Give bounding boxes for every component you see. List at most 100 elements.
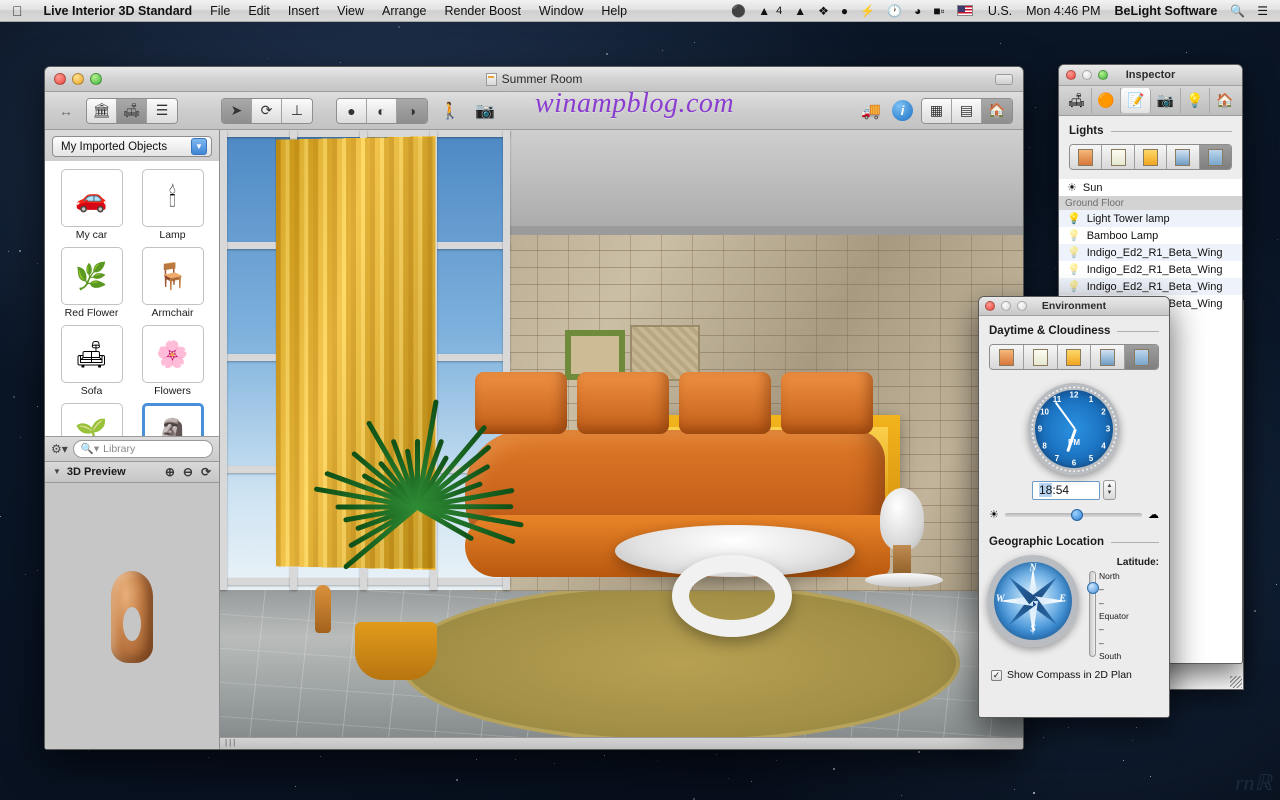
inspector-title-bar[interactable]: Inspector	[1059, 65, 1242, 86]
chevron-down-icon[interactable]: ▼	[191, 138, 207, 155]
bulb-off-icon[interactable]: 💡	[1067, 280, 1081, 293]
apple-menu-icon[interactable]: 	[0, 4, 35, 18]
evernote-icon[interactable]: ●	[835, 0, 854, 22]
zoom-out-icon[interactable]: ⊖	[183, 465, 193, 479]
light-mode-auto[interactable]	[1200, 145, 1231, 169]
category-popup-button[interactable]: My Imported Objects ▼	[52, 136, 212, 157]
camera-icon[interactable]: 📷	[472, 98, 498, 124]
time-minutes[interactable]: 54	[1056, 483, 1069, 497]
compass-control[interactable]: N E S W	[987, 555, 1079, 647]
bulb-on-icon[interactable]: 💡	[1067, 212, 1081, 225]
cloudiness-slider-knob[interactable]	[1071, 509, 1083, 521]
user-name-label[interactable]: BeLight Software	[1107, 4, 1224, 18]
time-field[interactable]: 18 : 54	[1032, 481, 1100, 500]
object-cell-bush[interactable]: 🌱 Bush	[51, 401, 132, 436]
clock-icon[interactable]: 🕐	[881, 0, 908, 22]
rotate-tool[interactable]: ⟳	[252, 99, 282, 123]
menu-item-window[interactable]: Window	[530, 0, 592, 22]
bulb-off-icon[interactable]: 💡	[1067, 263, 1081, 276]
zoom-in-icon[interactable]: ⊕	[165, 465, 175, 479]
menu-item-render-boost[interactable]: Render Boost	[435, 0, 529, 22]
menu-item-insert[interactable]: Insert	[279, 0, 328, 22]
object-cell-flowers[interactable]: 🌸 Flowers	[132, 323, 213, 401]
tab-material[interactable]: 🟠	[1092, 88, 1122, 113]
environment-title-bar[interactable]: Environment	[979, 297, 1169, 316]
tab-building[interactable]: 🏠	[1210, 88, 1239, 113]
stepper-down-icon[interactable]: ▼	[1107, 490, 1113, 497]
bulb-off-icon[interactable]: 💡	[1067, 246, 1081, 259]
notification-center-icon[interactable]: ☰	[1251, 0, 1274, 22]
object-cell-my-car[interactable]: 🚗 My car	[51, 167, 132, 245]
show-compass-checkbox[interactable]: ✓	[991, 670, 1002, 681]
lights-list-item[interactable]: 💡 Light Tower lamp	[1059, 210, 1242, 227]
measure-tool[interactable]: ⊥	[282, 99, 312, 123]
stepper-up-icon[interactable]: ▲	[1107, 483, 1113, 490]
light-mode-sunset[interactable]	[1135, 145, 1167, 169]
tab-edit[interactable]: 📝	[1121, 88, 1151, 113]
scene-statue-object[interactable]	[315, 585, 331, 633]
info-icon[interactable]: i	[892, 100, 913, 121]
daytime-evening[interactable]	[990, 345, 1024, 369]
2d-plan-icon[interactable]: ▦	[922, 99, 952, 123]
search-icon[interactable]: 🔍	[1224, 0, 1251, 22]
window-title-bar[interactable]: Summer Room	[45, 67, 1023, 92]
lights-list-item[interactable]: 💡 Indigo_Ed2_R1_Beta_Wing	[1059, 278, 1242, 295]
elevation-view-icon[interactable]: 🏛	[87, 99, 117, 123]
resize-handle-icon[interactable]: ↔	[55, 103, 77, 119]
furniture-view-icon[interactable]: 🛋	[117, 99, 147, 123]
menu-bar-clock[interactable]: Mon 4:46 PM	[1019, 4, 1107, 18]
object-cell-statue[interactable]: 🗿 Statue	[132, 401, 213, 436]
show-compass-row[interactable]: ✓ Show Compass in 2D Plan	[979, 663, 1169, 681]
menu-app-name[interactable]: Live Interior 3D Standard	[35, 0, 202, 22]
time-stepper[interactable]: ▲ ▼	[1103, 480, 1116, 500]
daytime-auto[interactable]	[1125, 345, 1158, 369]
resize-grip-icon[interactable]	[1230, 676, 1242, 688]
daytime-day[interactable]	[1024, 345, 1058, 369]
flat-shading-icon[interactable]: ●	[337, 99, 367, 123]
google-drive-icon[interactable]: ▲	[788, 0, 812, 22]
time-hours[interactable]: 18	[1039, 483, 1052, 497]
latitude-slider-knob[interactable]	[1087, 582, 1099, 594]
3d-viewport[interactable]: |||	[220, 130, 1023, 750]
search-input[interactable]: 🔍▾ Library	[73, 440, 213, 458]
lights-list-item[interactable]: ☀ Sun	[1059, 179, 1242, 196]
latitude-slider[interactable]	[1089, 571, 1096, 657]
preview-3d-canvas[interactable]	[45, 483, 219, 751]
disclosure-triangle-icon[interactable]: ▼	[53, 467, 61, 476]
adobe-icon[interactable]: ▲	[752, 0, 776, 22]
list-view-icon[interactable]: ☰	[147, 99, 177, 123]
lights-list-item[interactable]: 💡 Indigo_Ed2_R1_Beta_Wing	[1059, 261, 1242, 278]
lights-list-item[interactable]: 💡 Bamboo Lamp	[1059, 227, 1242, 244]
walk-through-icon[interactable]: 🚶	[437, 98, 463, 124]
light-mode-night[interactable]	[1167, 145, 1199, 169]
menu-item-edit[interactable]: Edit	[239, 0, 279, 22]
gear-icon[interactable]: ⚙▾	[51, 442, 68, 456]
menu-item-file[interactable]: File	[201, 0, 239, 22]
object-cell-sofa[interactable]: 🛋 Sofa	[51, 323, 132, 401]
object-cell-lamp[interactable]: 🕯 Lamp	[132, 167, 213, 245]
object-cell-armchair[interactable]: 🪑 Armchair	[132, 245, 213, 323]
arrow-select-tool[interactable]: ➤	[222, 99, 252, 123]
split-view-icon[interactable]: ▤	[952, 99, 982, 123]
light-mode-day[interactable]	[1102, 145, 1134, 169]
gradient-shading-icon[interactable]: ◐	[367, 99, 397, 123]
input-source-label[interactable]: U.S.	[981, 4, 1019, 18]
tab-light[interactable]: 💡	[1181, 88, 1211, 113]
wifi-icon[interactable]: ◕	[908, 0, 927, 22]
daytime-sunset[interactable]	[1058, 345, 1092, 369]
realistic-shading-icon[interactable]: ◑	[397, 99, 427, 123]
menu-item-arrange[interactable]: Arrange	[373, 0, 435, 22]
light-mode-evening[interactable]	[1070, 145, 1102, 169]
tab-camera[interactable]: 📷	[1151, 88, 1181, 113]
rotate-icon[interactable]: ⟳	[201, 465, 211, 479]
flash-icon[interactable]: ⚡	[854, 0, 881, 22]
toolbar-toggle-button[interactable]	[995, 74, 1013, 85]
daytime-clock[interactable]: PM 12 1 2 3 4 5 6 7 8 9 10 11	[1028, 383, 1120, 475]
dropbox-icon[interactable]: ❖	[812, 0, 835, 22]
bulb-off-icon[interactable]: 💡	[1067, 229, 1081, 242]
daytime-night[interactable]	[1091, 345, 1125, 369]
render-truck-icon[interactable]: 🚚	[858, 98, 884, 124]
tab-object[interactable]: 🛋	[1062, 88, 1092, 113]
cloudiness-slider[interactable]	[1005, 513, 1142, 517]
sun-icon[interactable]: ☀	[1067, 181, 1077, 194]
